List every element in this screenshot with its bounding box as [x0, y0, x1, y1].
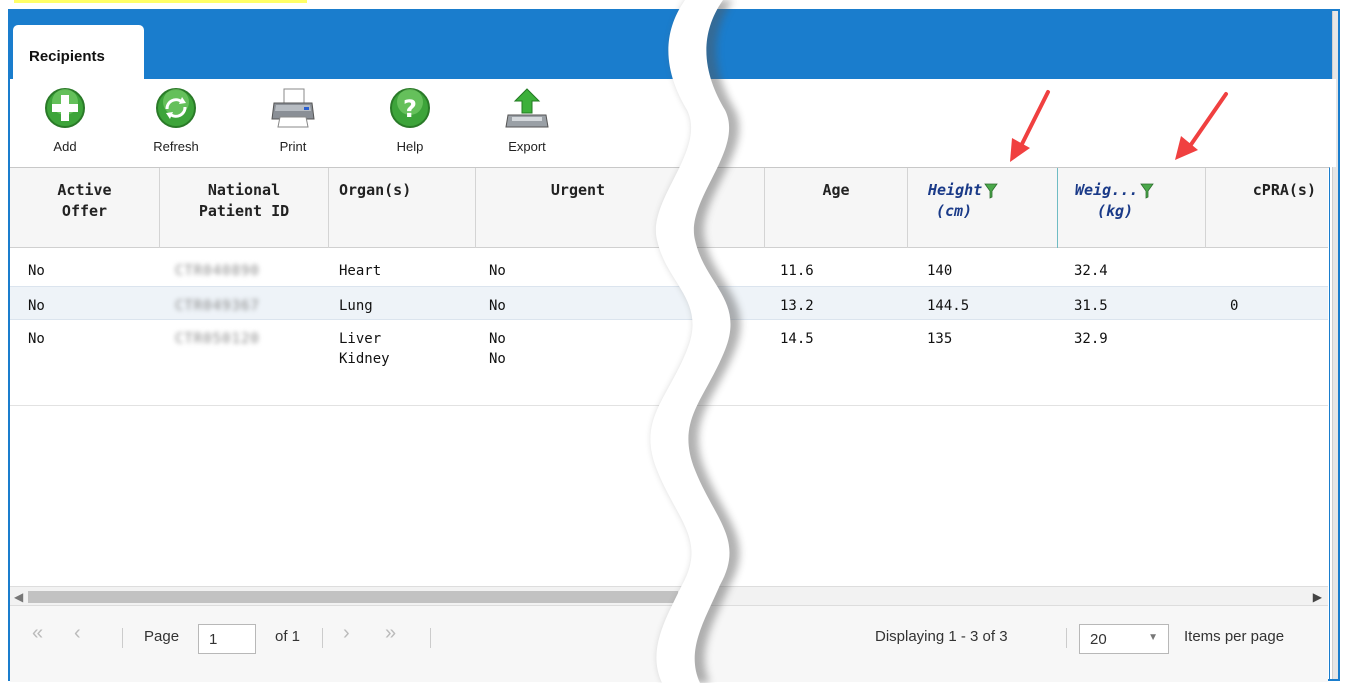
col-header-national-id-line2: Patient ID — [198, 202, 290, 220]
col-header-national-patient-id[interactable]: National Patient ID — [160, 168, 329, 248]
table-row[interactable]: No CTR040890 Heart No 11.6 140 32.4 — [10, 252, 1328, 286]
cell-national-id: CTR050120 — [175, 331, 260, 347]
cell-height: 140 — [927, 263, 953, 279]
toolbar: Add Refresh Print ? Help Export — [10, 79, 1336, 167]
prev-page-icon[interactable]: ‹ — [74, 622, 81, 645]
col-header-height-line1: Height — [928, 181, 983, 199]
add-icon — [45, 88, 85, 128]
pager-divider — [122, 628, 123, 648]
col-header-age-label: Age — [822, 181, 850, 199]
col-header-clipped-label: D — [691, 181, 701, 199]
col-header-active-offer[interactable]: Active Offer — [10, 168, 160, 248]
cell-organ: Liver — [339, 331, 382, 347]
tab-recipients[interactable]: Recipients — [13, 25, 144, 81]
pager-divider — [322, 628, 323, 648]
page-of-label: of 1 — [275, 628, 301, 645]
col-header-clipped[interactable]: D — [681, 168, 765, 248]
page-label: Page — [144, 628, 180, 645]
export-icon — [505, 88, 549, 128]
cell-active-offer: No — [28, 298, 45, 314]
col-header-height[interactable]: Height (cm) — [908, 168, 1058, 248]
cell-urgent: No — [489, 331, 506, 347]
page-number-input[interactable]: 1 — [198, 624, 256, 654]
table-row[interactable]: No CTR049367 Lung No 13.2 144.5 31.5 0 — [10, 286, 1328, 320]
col-header-urgent[interactable]: Urgent — [476, 168, 681, 248]
window-header-bar — [10, 11, 1336, 79]
cell-height: 144.5 — [927, 298, 970, 314]
cell-national-id: CTR049367 — [175, 298, 260, 314]
col-header-weight[interactable]: Weig... (kg) — [1058, 168, 1206, 248]
refresh-button[interactable]: Refresh — [141, 85, 211, 157]
cell-organ: Heart — [339, 263, 382, 279]
next-page-icon[interactable]: › — [343, 622, 350, 645]
col-header-active-offer-line1: Active — [57, 181, 112, 199]
pager-divider — [1066, 628, 1067, 648]
col-header-organs-label: Organ(s) — [339, 181, 412, 199]
page-size-select[interactable]: 20 ▼ — [1079, 624, 1169, 654]
cell-active-offer: No — [28, 331, 45, 347]
cell-age: 14.5 — [780, 331, 814, 347]
col-header-organs[interactable]: Organ(s) — [329, 168, 476, 248]
col-header-urgent-label: Urgent — [550, 181, 606, 199]
cell-age: 11.6 — [780, 263, 814, 279]
scroll-left-icon[interactable]: ◀ — [14, 590, 23, 604]
col-header-national-id-line1: National — [207, 181, 281, 199]
cell-weight: 31.5 — [1074, 298, 1108, 314]
svg-text:?: ? — [403, 95, 417, 123]
col-header-weight-line1: Weig... — [1075, 181, 1139, 199]
cell-national-id: CTR040890 — [175, 263, 260, 279]
export-button[interactable]: Export — [492, 85, 562, 157]
filter-icon[interactable] — [984, 183, 998, 199]
displaying-count: Displaying 1 - 3 of 3 — [875, 628, 1008, 645]
col-header-cpra[interactable]: cPRA(s) — [1206, 168, 1328, 248]
help-button[interactable]: ? Help — [375, 85, 445, 157]
col-header-age[interactable]: Age — [765, 168, 908, 248]
cell-weight: 32.9 — [1074, 331, 1108, 347]
cell-organ: Kidney — [339, 351, 390, 367]
col-header-active-offer-line2: Offer — [61, 202, 108, 220]
add-label: Add — [53, 139, 77, 154]
recipients-window: Recipients Add Refresh Print ? Help Expo… — [8, 9, 1340, 682]
cell-cpra: 0 — [1230, 298, 1239, 314]
items-per-page-label: Items per page — [1184, 628, 1285, 645]
print-button[interactable]: Print — [258, 85, 328, 157]
cell-urgent: No — [489, 298, 506, 314]
cell-active-offer: No — [28, 263, 45, 279]
table-row[interactable]: No CTR050120 Liver Kidney No No 14.5 135… — [10, 320, 1328, 406]
filter-icon[interactable] — [1140, 183, 1154, 199]
print-label: Print — [279, 139, 307, 154]
help-icon: ? — [390, 88, 430, 128]
pager: « ‹ Page 1 of 1 › » Displaying 1 - 3 of … — [10, 606, 1328, 682]
cell-weight: 32.4 — [1074, 263, 1108, 279]
first-page-icon[interactable]: « — [32, 622, 43, 645]
cell-organ: Lung — [339, 298, 373, 314]
page-size-value: 20 — [1090, 631, 1107, 648]
cell-height: 135 — [927, 331, 953, 347]
refresh-icon — [156, 88, 196, 128]
cell-urgent: No — [489, 351, 506, 367]
recipients-grid: Active Offer National Patient ID Organ(s… — [10, 167, 1330, 682]
top-accent-strip — [14, 0, 307, 3]
col-header-height-line2: (cm) — [936, 202, 973, 220]
col-header-weight-line2: (kg) — [1097, 202, 1134, 220]
cell-age: 13.2 — [780, 298, 814, 314]
printer-icon — [271, 88, 315, 128]
help-label: Help — [396, 139, 424, 154]
last-page-icon[interactable]: » — [385, 622, 396, 645]
cell-urgent: No — [489, 263, 506, 279]
col-header-cpra-label: cPRA(s) — [1252, 181, 1316, 199]
chevron-down-icon: ▼ — [1148, 632, 1158, 643]
add-button[interactable]: Add — [30, 85, 100, 157]
grid-header: Active Offer National Patient ID Organ(s… — [10, 168, 1328, 248]
horizontal-scroll-thumb[interactable] — [28, 591, 678, 603]
tab-recipients-label: Recipients — [29, 48, 105, 65]
pager-divider — [430, 628, 431, 648]
scroll-right-icon[interactable]: ▶ — [1313, 590, 1322, 604]
horizontal-scrollbar[interactable]: ◀ ▶ — [10, 586, 1328, 606]
refresh-label: Refresh — [153, 139, 199, 154]
export-label: Export — [508, 139, 546, 154]
